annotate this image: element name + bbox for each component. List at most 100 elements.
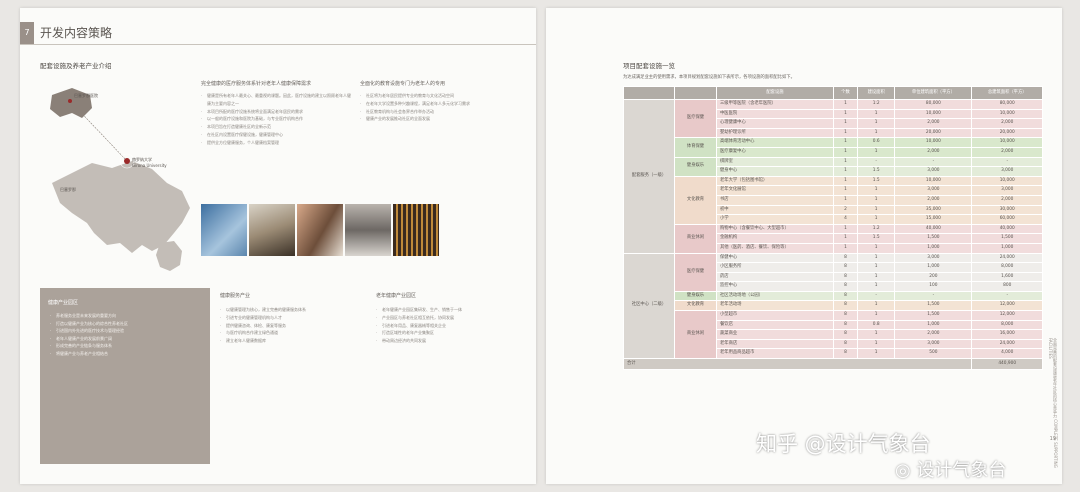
ratio-cell: 1	[856, 262, 896, 273]
chapter-mark: 7	[20, 22, 34, 44]
list-item: 打造区域性的老年产业集聚区	[376, 329, 516, 337]
ratio-cell: 1	[856, 242, 896, 254]
count-cell: 1	[832, 146, 859, 158]
count-cell: 1	[832, 185, 859, 196]
unit-area-cell: 3,000	[894, 338, 973, 350]
category-cell: 文化教育	[674, 300, 717, 312]
photo-facility	[393, 204, 439, 256]
count-cell: 1	[832, 233, 859, 244]
facility-name-cell: 心理健康中心	[716, 118, 834, 129]
ratio-cell: 1	[856, 329, 896, 340]
ratio-cell: 1	[856, 338, 896, 350]
count-cell: 1	[832, 99, 859, 110]
facility-name-cell: 小型超市	[716, 310, 834, 321]
table-row: 配套服务（一级） 医疗保健 三级甲等医院（含老年医院） 1 1:2 80,000 80,00…	[623, 98, 1043, 254]
total-area-cell: 1,500	[971, 233, 1043, 244]
watermark-weibo-text: 设计气象台	[916, 460, 1007, 481]
total-area-cell: 60,000	[971, 214, 1043, 225]
total-area-cell: 3,000	[971, 185, 1043, 196]
ratio-cell: 1	[856, 281, 896, 292]
count-cell: 1	[832, 223, 859, 235]
section-title: 项目配套设施一览	[623, 62, 675, 70]
photo-strip	[201, 204, 439, 256]
ratio-cell: 1.5	[856, 175, 896, 187]
count-cell: 8	[832, 290, 859, 302]
table-header: 总建筑面积（平方）	[971, 86, 1043, 100]
table-row: 文化教育 老年大学（包括图书馆） 1 1.5 10,000 10,000	[624, 175, 1043, 225]
ratio-cell: 1	[856, 127, 896, 139]
table-row: 健身娱乐 社区活动场地（公园） 8- - -	[624, 290, 1043, 302]
ratio-cell: 1	[856, 146, 896, 158]
total-area-cell: 4,000	[971, 348, 1043, 360]
table-intro: 为达成满足业主的使用需求，本项目规划配套设施如下表所示，各项设施的面积配比如下。	[623, 75, 795, 80]
count-cell: 8	[832, 271, 859, 283]
facility-name-cell: 小区服务所	[716, 262, 834, 273]
industry-box-bullets: 养老服务业是未来发展的重要方向 打造以健康产业为核心的综合性养老社区 引进国内外…	[50, 312, 202, 357]
facility-name-cell: 三级甲等医院（含老年医院）	[716, 99, 834, 110]
ratio-cell: 1.5	[856, 166, 896, 177]
total-area-cell: 30,000	[971, 204, 1043, 216]
count-cell: 1	[832, 137, 859, 148]
ratio-cell: -	[856, 290, 896, 302]
count-cell: 8	[832, 348, 859, 360]
count-cell: 1	[832, 194, 859, 206]
ratio-cell: 1	[856, 271, 896, 283]
unit-area-cell: 10,000	[894, 175, 973, 187]
unit-area-cell: 80,000	[894, 99, 973, 110]
watermark-weibo: ◎ 设计气象台	[895, 456, 1006, 482]
count-cell: 8	[832, 262, 859, 273]
facility-name-cell: 监控中心	[716, 281, 834, 292]
unit-area-cell: 2,000	[894, 146, 973, 158]
photo-elderly	[249, 204, 295, 256]
facility-name-cell: 初中	[716, 204, 834, 216]
category-cell: 健身娱乐	[674, 156, 717, 177]
unit-area-cell: 3,000	[894, 185, 973, 196]
facility-name-cell: 金融机构	[716, 233, 834, 244]
map-label-hospital: 巴塞罗那医院	[74, 92, 98, 98]
weibo-icon: ◎	[895, 460, 917, 481]
list-item: 本项目旨在打造健康社区的全新示范	[201, 123, 351, 131]
unit-area-cell: 15,000	[894, 214, 973, 225]
unit-area-cell: 1,500	[894, 300, 973, 312]
facility-name-cell: 老年大学（包括图书馆）	[716, 175, 834, 187]
table-header: 配套设施	[716, 86, 834, 100]
list-item: 将健康产业与养老产业相结合	[50, 350, 202, 358]
total-area-cell: 12,000	[971, 300, 1043, 312]
count-cell: 8	[832, 329, 859, 340]
facility-name-cell: 其他（医药、酒店、餐饮、保险等）	[716, 242, 834, 254]
ratio-cell: 0.6	[856, 137, 896, 148]
photo-research	[345, 204, 391, 256]
vertical-caption: 全面完善的配套设施是老年社区的核心竞争力 COMPLETE SUPPORTING…	[1048, 338, 1058, 468]
ratio-cell: -	[856, 156, 896, 168]
col2-bullets: 社区将为老年居民提供专业的教育与文化活动空间 在老年大学设置多种兴趣课程，满足老…	[360, 92, 510, 123]
unit-area-cell: 40,000	[894, 223, 973, 235]
unit-area-cell: 10,000	[894, 137, 973, 148]
unit-area-cell: 2,000	[894, 194, 973, 206]
unit-area-cell: 3,000	[894, 166, 973, 177]
col2-title: 全面化的教育设施专门为老年人的专用	[360, 81, 446, 87]
unit-area-cell: 2,000	[894, 329, 973, 340]
table-header	[674, 86, 717, 100]
industry-box-title: 健康产业园区	[48, 300, 79, 306]
col1-bullets: 健康是所有老年人最关心、最重视的课题。因此，医疗设施的建立以照顾老年人健康为主要…	[201, 92, 351, 147]
ratio-cell: 1.2	[856, 223, 896, 235]
table-row: 商业休闲 购物中心（含餐饮中心、大型超市） 1 1.2 40,000 40,000	[624, 223, 1043, 254]
list-item: 老年健康产业园区集研发、生产、销售于一体	[376, 306, 516, 314]
ratio-cell: 1.5	[856, 233, 896, 244]
category-cell: 医疗保健	[674, 98, 717, 139]
total-area-cell: 2,000	[971, 146, 1043, 158]
table-total-row: 合计 440,900	[622, 358, 1043, 371]
category-cell: 体育保健	[674, 137, 717, 158]
map-label-university-en: Girona University	[132, 163, 167, 168]
ratio-cell: 1	[856, 204, 896, 216]
count-cell: 1	[832, 127, 859, 139]
unit-area-cell: 3,000	[894, 252, 973, 264]
total-area-cell: 1,600	[971, 271, 1043, 283]
list-item: 与医疗机构合作建立绿色通道	[220, 329, 360, 337]
table-header-row: 配套设施 个数 建设面积 单位建筑面积（平方） 总建筑面积（平方）	[623, 86, 1043, 100]
list-item: 以一般的医疗设施和医院为基础，与专业医疗机构合作	[201, 115, 351, 123]
total-value: 440,900	[971, 358, 1043, 371]
facility-name-cell: 老年文化展馆	[716, 185, 834, 196]
ratio-cell: 1	[856, 185, 896, 196]
level1-cell: 配套服务（一级）	[623, 99, 675, 254]
